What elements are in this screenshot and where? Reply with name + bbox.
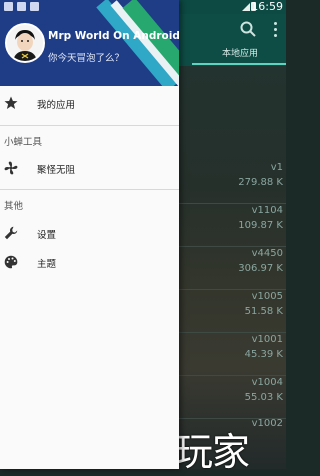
navigation-drawer: Mrp World On Android 你今天冒泡了么？ 我的应用 小蝉工具 … — [0, 0, 179, 469]
drawer-item-tool[interactable]: 聚怪无阻 — [0, 155, 179, 183]
app-size: 51.58 K — [244, 306, 283, 317]
drawer-item-settings[interactable]: 设置 — [0, 220, 179, 248]
drawer-item-label: 设置 — [37, 230, 57, 241]
app-size: 306.97 K — [238, 263, 283, 274]
drawer-header: Mrp World On Android 你今天冒泡了么？ — [0, 0, 179, 86]
drawer-item-my-apps[interactable]: 我的应用 — [0, 90, 179, 118]
avatar-icon — [7, 25, 43, 61]
app-version: v1004 — [251, 377, 283, 388]
app-size: 45.39 K — [244, 349, 283, 360]
app-version: v4450 — [251, 248, 283, 259]
divider — [0, 125, 179, 126]
app-version: v1 — [270, 162, 283, 173]
avatar[interactable] — [5, 23, 45, 63]
section-title: 小蝉工具 — [4, 137, 43, 148]
status-clock: 16:59 — [251, 0, 283, 13]
app-size: 55.03 K — [244, 392, 283, 403]
list-item[interactable]: v1104 109.87 K — [179, 204, 286, 247]
tab-local-apps[interactable]: 本地应用 — [209, 46, 271, 59]
app-version: v1005 — [251, 291, 283, 302]
drawer-item-theme[interactable]: 主题 — [0, 249, 179, 277]
app-version: v1001 — [251, 334, 283, 345]
app-size: 279.88 K — [238, 177, 283, 188]
drawer-status-icons — [0, 0, 179, 14]
divider — [0, 189, 179, 190]
palette-icon — [4, 255, 18, 269]
app-version: v1104 — [251, 205, 283, 216]
wrench-icon — [4, 226, 18, 240]
star-icon — [4, 96, 18, 109]
user-tagline: 你今天冒泡了么？ — [48, 53, 125, 64]
list-item[interactable]: v1 279.88 K — [179, 161, 286, 204]
signal-icon — [242, 3, 250, 11]
username: Mrp World On Android — [48, 30, 179, 42]
section-title: 其他 — [4, 201, 24, 212]
drawer-item-label: 主题 — [37, 259, 57, 270]
drawer-item-label: 聚怪无阻 — [37, 165, 76, 176]
list-item[interactable]: v1005 51.58 K — [179, 290, 286, 333]
search-icon[interactable] — [239, 20, 257, 38]
drawer-item-label: 我的应用 — [37, 100, 76, 111]
app-size: 109.87 K — [238, 220, 283, 231]
fan-icon — [4, 161, 18, 175]
more-options-icon[interactable] — [268, 22, 282, 38]
list-item[interactable]: v1004 55.03 K — [179, 376, 286, 419]
list-item[interactable]: v1001 45.39 K — [179, 333, 286, 376]
app-version: v1002 — [251, 418, 283, 429]
list-item[interactable]: v4450 306.97 K — [179, 247, 286, 290]
tab-indicator — [192, 63, 286, 65]
